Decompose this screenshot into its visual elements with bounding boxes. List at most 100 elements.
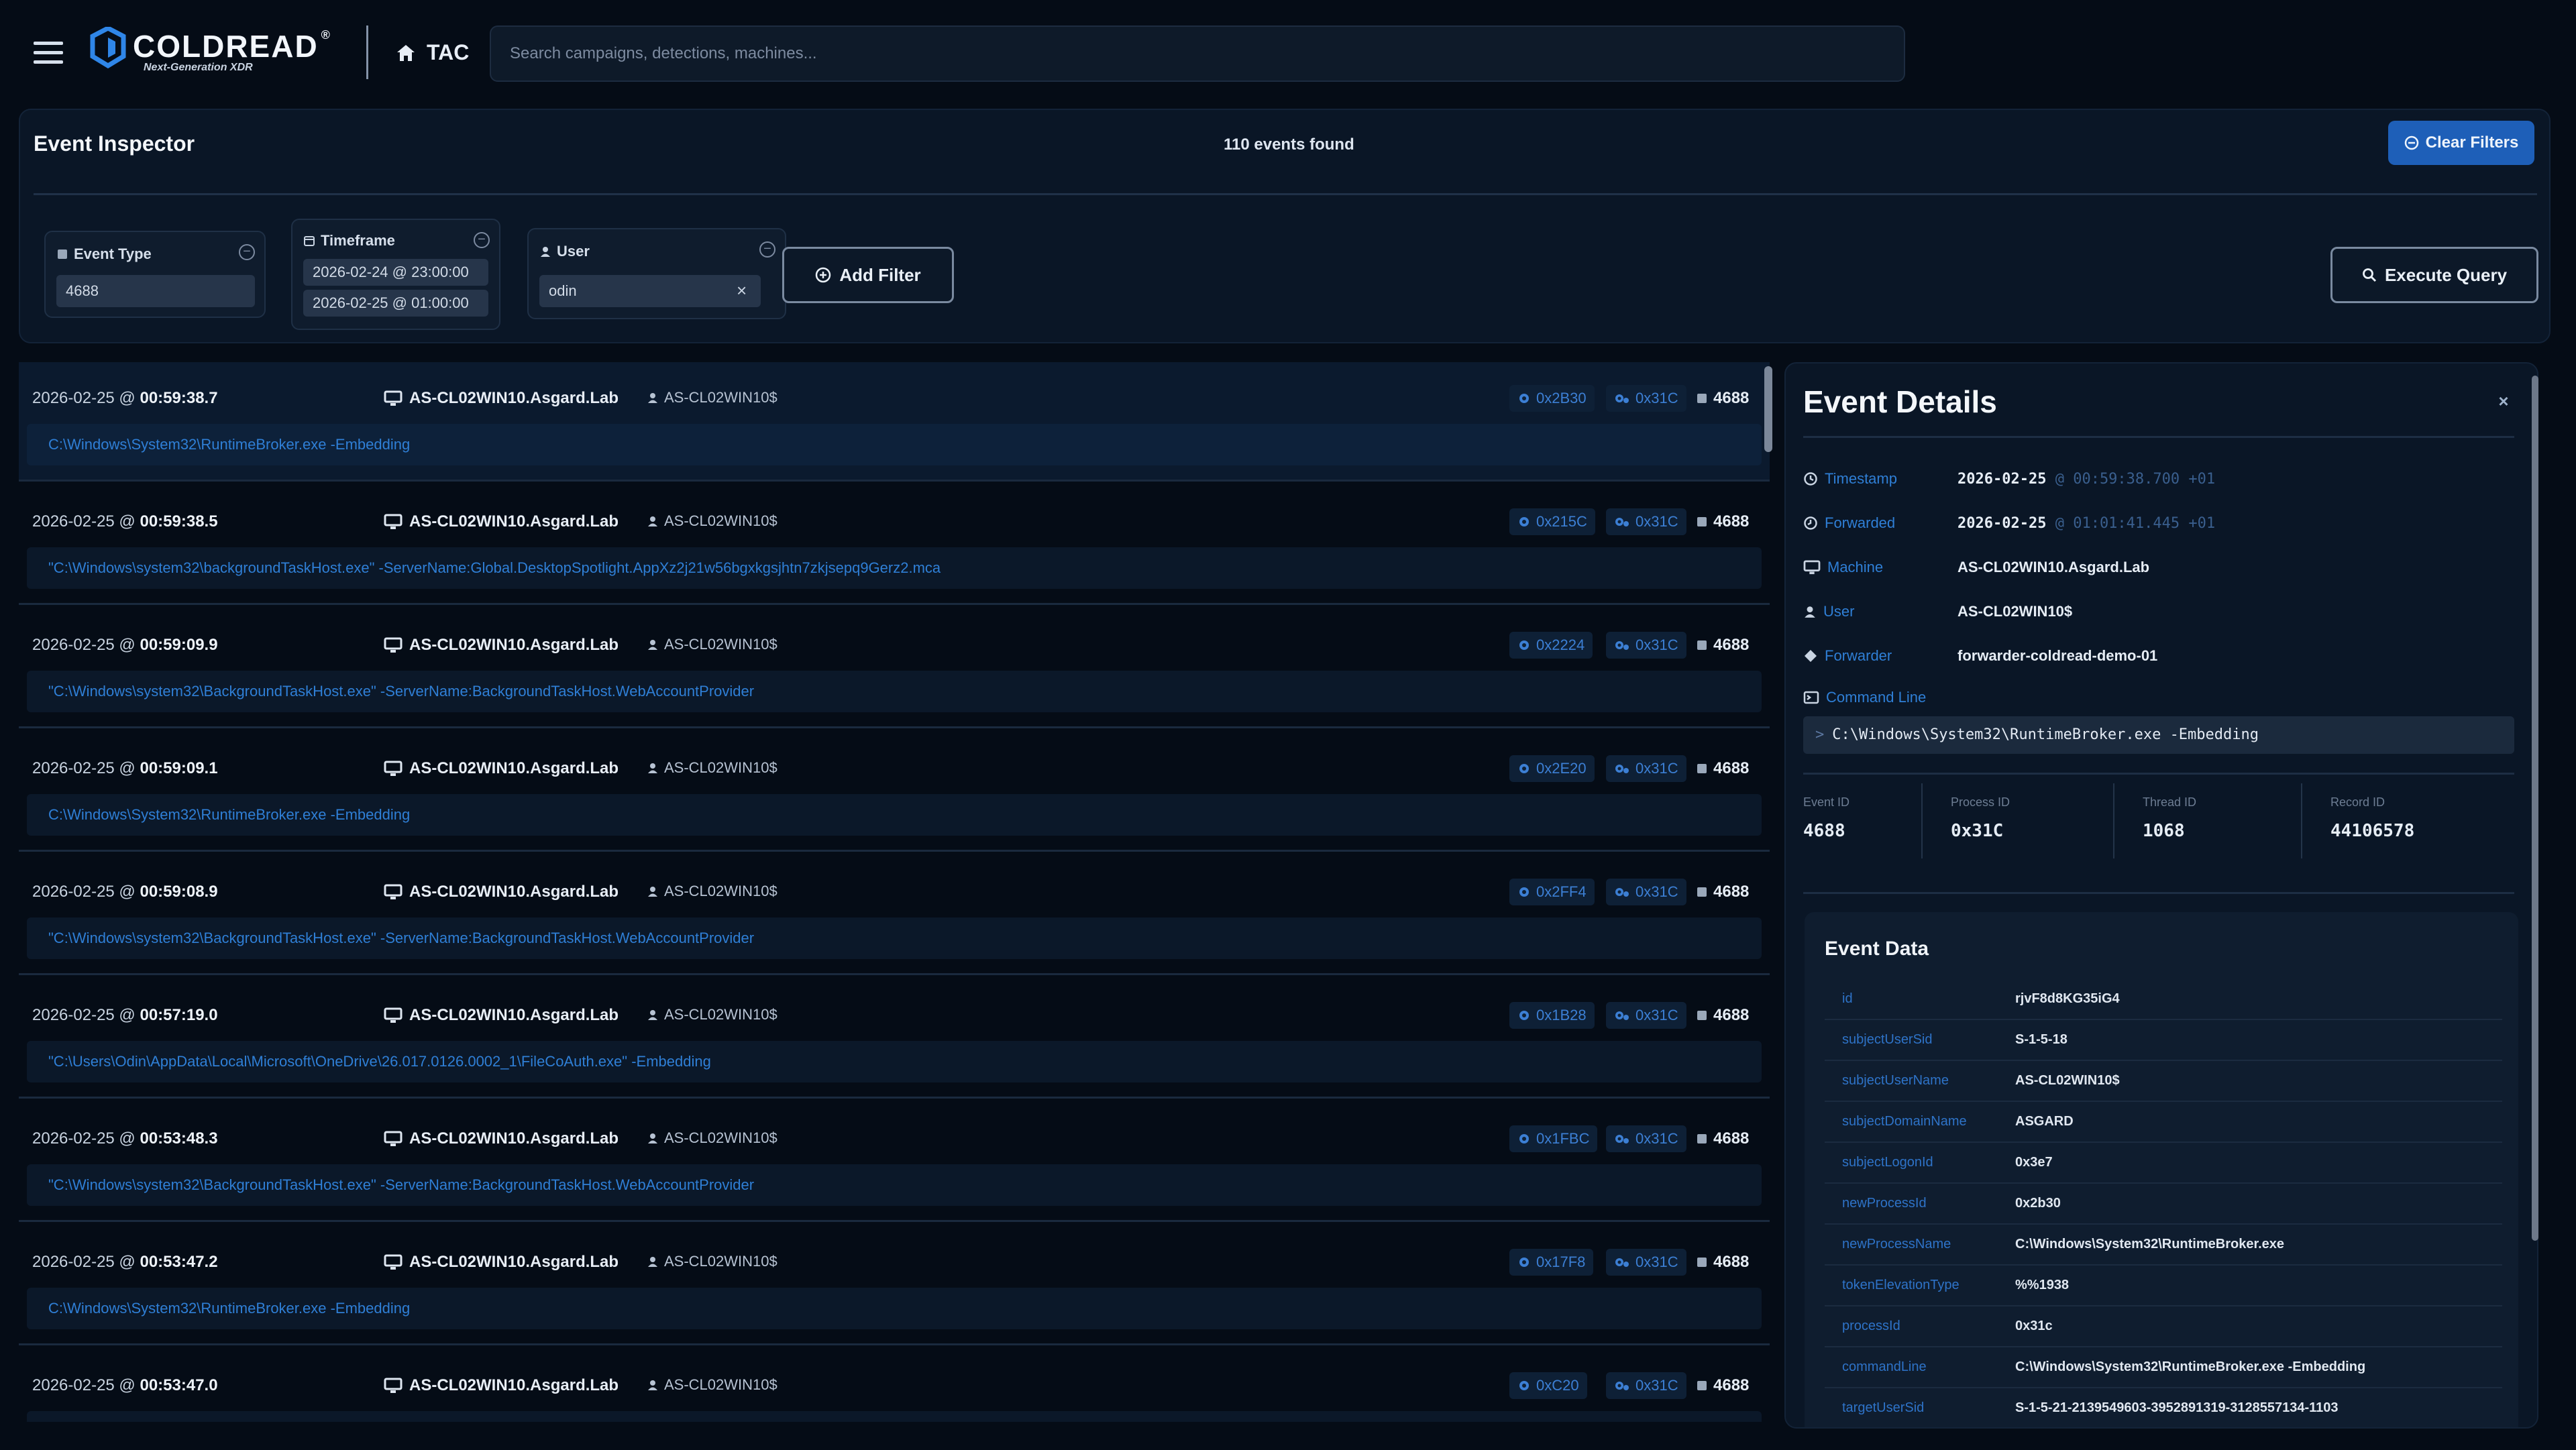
id-icon [1697, 764, 1707, 773]
event-id: 4688 [1696, 389, 1749, 408]
timeframe-end-value[interactable]: 2026-02-25 @ 01:00:00 [303, 290, 488, 317]
gears-icon [1615, 641, 1629, 650]
parent-process-chip[interactable]: 0x31C [1606, 508, 1686, 535]
event-id: 4688 [1696, 759, 1749, 778]
id-icon [1697, 640, 1707, 650]
event-user: AS-CL02WIN10$ [647, 389, 777, 406]
detail-forwarded: Forwarded 2026-02-25 @ 01:01:41.445 +01 [1803, 510, 2215, 537]
user-icon [648, 516, 657, 526]
event-id: 4688 [1696, 636, 1749, 655]
filter-timeframe[interactable]: Timeframe − 2026-02-24 @ 23:00:00 2026-0… [291, 219, 500, 330]
parent-process-chip[interactable]: 0x31C [1606, 879, 1686, 905]
detail-command-line[interactable]: > C:\Windows\System32\RuntimeBroker.exe -… [1803, 716, 2514, 754]
remove-filter-icon[interactable]: − [759, 241, 775, 258]
event-data-row: id rjvF8d8KG35iG4 [1825, 979, 2502, 1020]
event-type-value[interactable]: 4688 [56, 275, 255, 307]
close-details-icon[interactable]: × [2490, 388, 2517, 414]
plus-circle-icon [816, 267, 831, 283]
user-icon [648, 393, 657, 403]
event-command-line[interactable]: "C:\Windows\system32\BackgroundTaskHost.… [27, 1164, 1762, 1206]
user-icon [648, 1380, 657, 1390]
terminal-icon [1803, 691, 1819, 704]
process-id-chip[interactable]: 0x1FBC [1509, 1125, 1598, 1152]
gear-icon [1519, 764, 1529, 773]
event-host: AS-CL02WIN10.Asgard.Lab [384, 389, 619, 408]
event-command-line[interactable]: "C:\Windows\system32\BackgroundTaskHost.… [27, 917, 1762, 959]
id-icon [1697, 1011, 1707, 1020]
remove-filter-icon[interactable]: − [239, 244, 255, 260]
event-data-row: subjectUserSid S-1-5-18 [1825, 1020, 2502, 1061]
event-user: AS-CL02WIN10$ [647, 1129, 777, 1147]
event-user: AS-CL02WIN10$ [647, 883, 777, 900]
event-command-line[interactable]: "C:\Users\Odin\AppData\Local\Microsoft\O… [27, 1041, 1762, 1082]
process-id-chip[interactable]: 0x215C [1509, 508, 1595, 535]
user-icon [648, 763, 657, 773]
process-id-chip[interactable]: 0x2E20 [1509, 755, 1595, 782]
divider [1803, 892, 2514, 894]
hamburger-menu-icon[interactable] [34, 42, 63, 64]
parent-process-chip[interactable]: 0x31C [1606, 1125, 1686, 1152]
execute-query-button[interactable]: Execute Query [2330, 247, 2538, 303]
clear-circle-icon [2404, 135, 2418, 150]
event-id: 4688 [1696, 1006, 1749, 1025]
event-command-line[interactable]: C:\Windows\System32\RuntimeBroker.exe -E… [27, 424, 1762, 465]
filter-user[interactable]: User − odin × [527, 228, 786, 319]
event-command-line[interactable]: "C:\Windows\system32\backgroundTaskHost.… [27, 547, 1762, 589]
event-data-value: rjvF8d8KG35iG4 [2015, 991, 2120, 1006]
global-search-input[interactable] [490, 25, 1905, 82]
clear-filters-button[interactable]: Clear Filters [2388, 121, 2534, 165]
parent-process-chip[interactable]: 0x31C [1606, 1372, 1686, 1399]
event-host: AS-CL02WIN10.Asgard.Lab [384, 759, 619, 778]
event-data-key: subjectDomainName [1842, 1114, 1967, 1129]
parent-process-chip[interactable]: 0x31C [1606, 755, 1686, 782]
event-command-line[interactable]: C:\Windows\System32\RuntimeBroker.exe -E… [27, 1288, 1762, 1329]
event-data-key: subjectUserSid [1842, 1032, 1933, 1047]
process-id-chip[interactable]: 0x1B28 [1509, 1002, 1595, 1029]
event-row[interactable]: 2026-02-25 @ 00:59:08.9 AS-CL02WIN10.Asg… [19, 856, 1770, 975]
event-row[interactable]: 2026-02-25 @ 00:59:38.7 AS-CL02WIN10.Asg… [19, 362, 1770, 482]
event-row[interactable]: 2026-02-25 @ 00:59:38.5 AS-CL02WIN10.Asg… [19, 486, 1770, 605]
event-data-row: targetUserSid S-1-5-21-2139549603-3952891… [1825, 1388, 2502, 1427]
filter-event-type[interactable]: Event Type − 4688 [44, 231, 266, 318]
user-filter-value[interactable]: odin [539, 275, 761, 307]
process-id-chip[interactable]: 0x2FF4 [1509, 879, 1595, 905]
timeframe-start-value[interactable]: 2026-02-24 @ 23:00:00 [303, 259, 488, 286]
event-data-key: commandLine [1842, 1359, 1927, 1374]
event-row[interactable]: 2026-02-25 @ 00:59:09.9 AS-CL02WIN10.Asg… [19, 609, 1770, 728]
add-filter-button[interactable]: Add Filter [782, 247, 954, 303]
process-id-chip[interactable]: 0x2B30 [1509, 385, 1595, 412]
nav-tac-link[interactable]: TAC [427, 40, 469, 65]
event-data-value: %%1938 [2015, 1278, 2070, 1292]
event-row[interactable]: 2026-02-25 @ 00:53:47.2 AS-CL02WIN10.Asg… [19, 1226, 1770, 1345]
event-row[interactable]: 2026-02-25 @ 00:53:48.3 AS-CL02WIN10.Asg… [19, 1103, 1770, 1222]
id-icon [1697, 1134, 1707, 1144]
event-command-line[interactable]: C:\Windows\System32\RuntimeBroker.exe -E… [27, 794, 1762, 836]
clear-user-icon[interactable]: × [737, 280, 747, 301]
event-row[interactable]: 2026-02-25 @ 00:53:47.0 AS-CL02WIN10.Asg… [19, 1349, 1770, 1422]
event-data-row: newProcessId 0x2b30 [1825, 1184, 2502, 1225]
parent-process-chip[interactable]: 0x31C [1606, 385, 1686, 412]
event-user: AS-CL02WIN10$ [647, 512, 777, 530]
details-scrollbar[interactable] [2532, 376, 2538, 1241]
event-timestamp: 2026-02-25 @ 00:59:08.9 [32, 883, 218, 901]
gear-icon [1519, 887, 1529, 897]
event-row[interactable]: 2026-02-25 @ 00:57:19.0 AS-CL02WIN10.Asg… [19, 979, 1770, 1099]
event-command-line[interactable]: "C:\Windows\system32\BackgroundTaskHost.… [27, 1411, 1762, 1422]
event-data-title: Event Data [1825, 938, 1929, 960]
details-title: Event Details [1803, 384, 1997, 419]
process-id-chip[interactable]: 0x17F8 [1509, 1249, 1594, 1276]
process-id-chip[interactable]: 0xC20 [1509, 1372, 1587, 1399]
event-row[interactable]: 2026-02-25 @ 00:59:09.1 AS-CL02WIN10.Asg… [19, 732, 1770, 852]
remove-filter-icon[interactable]: − [474, 232, 490, 248]
event-data-row: tokenElevationType %%1938 [1825, 1266, 2502, 1306]
divider [34, 193, 2537, 195]
parent-process-chip[interactable]: 0x31C [1606, 1249, 1686, 1276]
process-id-chip[interactable]: 0x2224 [1509, 632, 1593, 659]
event-list-scrollbar[interactable] [1764, 366, 1772, 452]
parent-process-chip[interactable]: 0x31C [1606, 632, 1686, 659]
event-details-panel: Event Details × Timestamp 2026-02-25 @ 0… [1784, 362, 2538, 1429]
parent-process-chip[interactable]: 0x31C [1606, 1002, 1686, 1029]
user-icon [648, 640, 657, 650]
event-command-line[interactable]: "C:\Windows\system32\BackgroundTaskHost.… [27, 671, 1762, 712]
home-icon[interactable] [396, 43, 416, 63]
